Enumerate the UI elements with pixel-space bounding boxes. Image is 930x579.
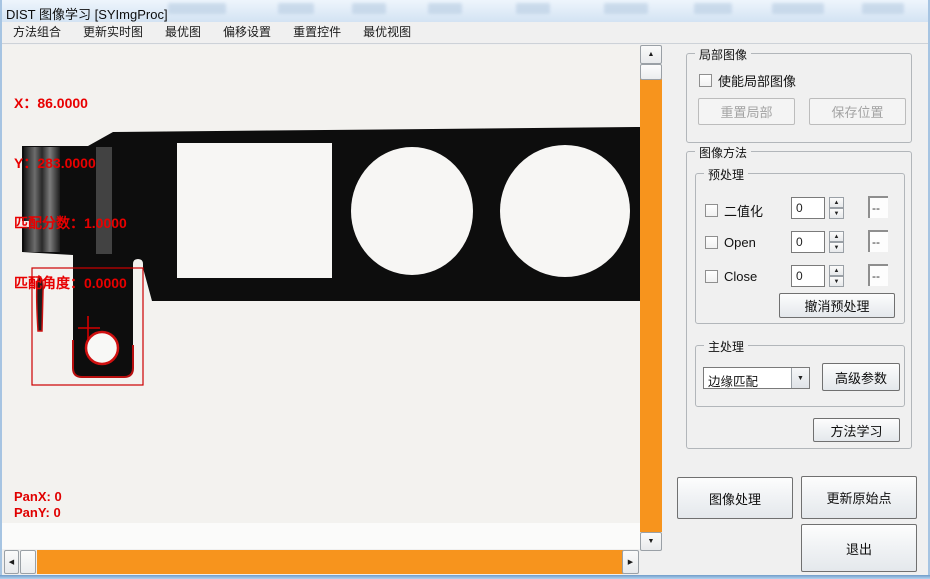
readout-angle: 匹配角度：0.0000	[14, 273, 127, 293]
match-readout: X：86.0000 Y：283.0000 匹配分数：1.0000 匹配角度：0.…	[14, 53, 127, 333]
redacted-blob	[604, 3, 648, 14]
spin-down-icon: ▼	[834, 245, 840, 251]
main-process-group: 主处理 边缘匹配 ▼ 高级参数	[695, 345, 905, 407]
open-checkbox[interactable]	[705, 236, 718, 249]
binarize-label: 二值化	[724, 201, 763, 220]
pan-y: PanY: 0	[14, 505, 62, 521]
spin-down-icon: ▼	[834, 279, 840, 285]
horizontal-scroll-thumb[interactable]	[20, 550, 36, 574]
horizontal-scrollbar: ◀ ▶	[2, 549, 640, 575]
undo-preprocess-button[interactable]: 撤消预处理	[779, 293, 895, 318]
image-process-button[interactable]: 图像处理	[677, 477, 793, 519]
redacted-blob	[168, 3, 226, 14]
open-spinner: ▲ ▼	[829, 231, 844, 253]
combo-dropdown-button[interactable]: ▼	[791, 368, 809, 388]
enable-local-image-label: 使能局部图像	[718, 71, 796, 90]
image-canvas[interactable]: X：86.0000 Y：283.0000 匹配分数：1.0000 匹配角度：0.…	[2, 45, 640, 549]
vertical-scroll-thumb[interactable]	[640, 64, 662, 80]
app-window: DIST 图像学习 [SYImgProc] 方法组合 更新实时图 最优图 偏移设…	[0, 0, 930, 579]
edge-match-circle	[86, 332, 118, 364]
binarize-value-input[interactable]: 0	[791, 197, 825, 219]
enable-local-image-checkbox[interactable]	[699, 74, 712, 87]
spin-up-button[interactable]: ▲	[829, 265, 844, 276]
image-method-group-title: 图像方法	[695, 144, 751, 161]
spin-down-button[interactable]: ▼	[829, 208, 844, 219]
menu-best-view[interactable]: 最优视图	[352, 22, 422, 43]
menu-bar: 方法组合 更新实时图 最优图 偏移设置 重置控件 最优视图	[2, 22, 928, 44]
local-image-group: 局部图像 使能局部图像 重置局部 保存位置	[686, 53, 912, 143]
title-bar: DIST 图像学习 [SYImgProc]	[0, 0, 930, 22]
redacted-blob	[694, 3, 732, 14]
window-title: DIST 图像学习 [SYImgProc]	[6, 4, 168, 23]
update-origin-button[interactable]: 更新原始点	[801, 476, 917, 519]
menu-method-combo[interactable]: 方法组合	[2, 22, 72, 43]
spin-up-icon: ▲	[834, 234, 840, 240]
close-value-input[interactable]: 0	[791, 265, 825, 287]
preprocess-group: 预处理 二值化 0 ▲ ▼ -- Open 0 ▲ ▼ --	[695, 173, 905, 324]
preprocess-group-title: 预处理	[704, 166, 748, 183]
menu-update-live[interactable]: 更新实时图	[72, 22, 154, 43]
horizontal-scroll-track[interactable]	[37, 550, 623, 574]
scroll-left-button[interactable]: ◀	[4, 550, 19, 574]
redacted-blob	[772, 3, 824, 14]
spin-up-icon: ▲	[834, 268, 840, 274]
chevron-down-icon: ▼	[797, 375, 804, 382]
enable-local-image-row: 使能局部图像	[699, 71, 796, 90]
right-arrow-icon: ▶	[628, 558, 633, 566]
exit-button[interactable]: 退出	[801, 524, 917, 572]
readout-y: Y：283.0000	[14, 153, 127, 173]
spin-down-button[interactable]: ▼	[829, 276, 844, 287]
binarize-spinner: ▲ ▼	[829, 197, 844, 219]
method-learn-button[interactable]: 方法学习	[813, 418, 900, 442]
open-row: Open	[705, 235, 756, 250]
close-label: Close	[724, 269, 757, 284]
menu-best-image[interactable]: 最优图	[154, 22, 212, 43]
main-process-group-title: 主处理	[704, 338, 748, 355]
down-arrow-icon: ▼	[648, 538, 655, 545]
left-arrow-icon: ◀	[9, 558, 14, 566]
close-row: Close	[705, 269, 757, 284]
match-method-combobox[interactable]: 边缘匹配 ▼	[703, 367, 810, 389]
pan-readout: PanX: 0 PanY: 0	[14, 489, 62, 521]
scroll-up-button[interactable]: ▲	[640, 45, 662, 64]
local-image-group-title: 局部图像	[695, 46, 751, 63]
window-border-left	[0, 0, 2, 579]
redacted-blob	[862, 3, 904, 14]
redacted-blob	[278, 3, 314, 14]
vertical-scroll-track[interactable]	[640, 79, 662, 532]
image-method-group: 图像方法 预处理 二值化 0 ▲ ▼ -- Open 0 ▲ ▼	[686, 151, 912, 449]
menu-reset-controls[interactable]: 重置控件	[282, 22, 352, 43]
menu-offset-setting[interactable]: 偏移设置	[212, 22, 282, 43]
match-method-value: 边缘匹配	[704, 368, 791, 388]
readout-x: X：86.0000	[14, 93, 127, 113]
redacted-blob	[516, 3, 550, 14]
redacted-blob	[428, 3, 462, 14]
binarize-aux-value: --	[868, 196, 888, 218]
spin-down-icon: ▼	[834, 211, 840, 217]
readout-score: 匹配分数：1.0000	[14, 213, 127, 233]
up-arrow-icon: ▲	[648, 51, 655, 58]
binarize-row: 二值化	[705, 201, 763, 220]
spin-up-button[interactable]: ▲	[829, 231, 844, 242]
open-aux-value: --	[868, 230, 888, 252]
scroll-right-button[interactable]: ▶	[622, 550, 639, 574]
spin-up-button[interactable]: ▲	[829, 197, 844, 208]
redacted-blob	[352, 3, 386, 14]
binarize-checkbox[interactable]	[705, 204, 718, 217]
close-spinner: ▲ ▼	[829, 265, 844, 287]
save-position-button[interactable]: 保存位置	[809, 98, 906, 125]
reset-local-button[interactable]: 重置局部	[698, 98, 795, 125]
scroll-down-button[interactable]: ▼	[640, 532, 662, 551]
open-value-input[interactable]: 0	[791, 231, 825, 253]
spin-up-icon: ▲	[834, 200, 840, 206]
window-border-bottom	[0, 575, 930, 579]
advanced-params-button[interactable]: 高级参数	[822, 363, 900, 391]
close-checkbox[interactable]	[705, 270, 718, 283]
close-aux-value: --	[868, 264, 888, 286]
spin-down-button[interactable]: ▼	[829, 242, 844, 253]
vertical-scrollbar: ▲ ▼	[640, 45, 662, 551]
pan-x: PanX: 0	[14, 489, 62, 505]
open-label: Open	[724, 235, 756, 250]
